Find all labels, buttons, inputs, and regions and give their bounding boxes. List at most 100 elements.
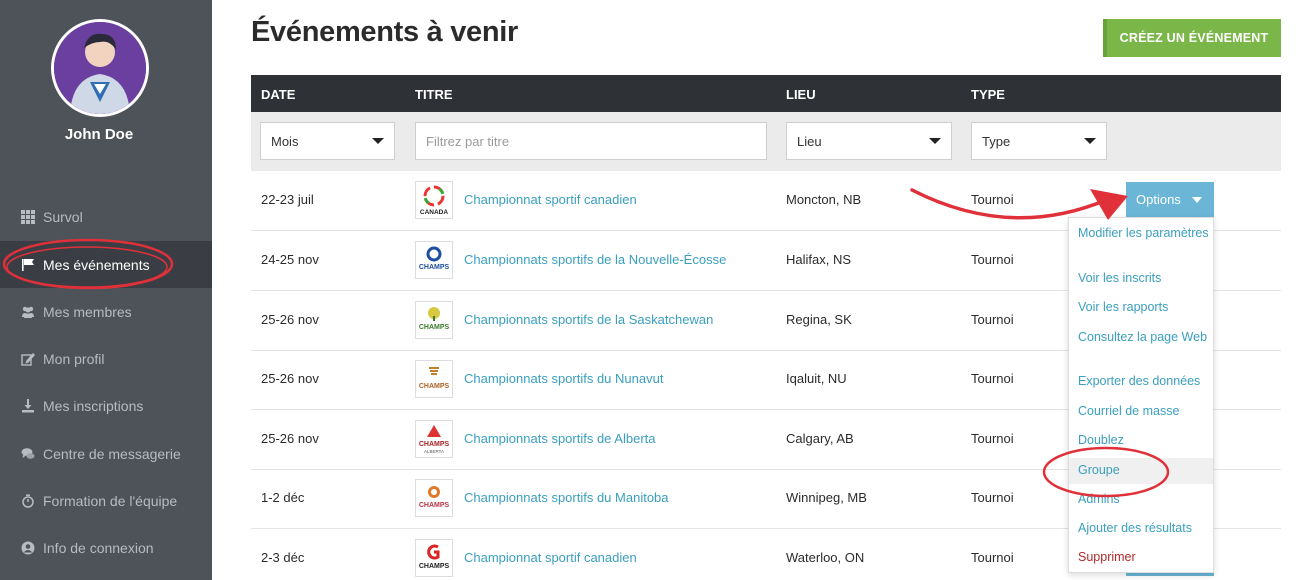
event-title-link[interactable]: Championnat sportif canadien [464,550,637,565]
menu-item-supprimer[interactable]: Supprimer [1069,550,1213,565]
menu-item-doublez[interactable]: Doublez [1069,433,1213,448]
create-event-button[interactable]: CRÉEZ UN ÉVÉNEMENT [1103,19,1281,57]
options-dropdown-menu: Modifier les paramètres Voir les inscrit… [1068,217,1214,573]
chevron-down-icon [1084,138,1096,144]
user-name: John Doe [64,126,134,143]
menu-item-groupe[interactable]: Groupe [1069,458,1213,484]
svg-text:CHAMPS: CHAMPS [419,264,450,271]
flag-icon [19,257,37,273]
nav-item-formation-equipe[interactable]: Formation de l'équipe [0,477,212,524]
grid-icon [19,209,37,225]
nav-item-survol[interactable]: Survol [0,193,212,240]
row-type: Tournoi [971,431,1014,446]
row-date: 22-23 juil [261,192,314,207]
row-type: Tournoi [971,312,1014,327]
chevron-down-icon [372,138,384,144]
location-filter-value: Lieu [797,133,822,149]
row-date: 24-25 nov [261,252,319,267]
row-type: Tournoi [971,490,1014,505]
row-date: 25-26 nov [261,312,319,327]
type-filter-value: Type [982,133,1011,149]
nav-item-centre-de-messagerie[interactable]: Centre de messagerie [0,430,212,477]
avatar[interactable] [51,19,149,117]
svg-text:ALBERTA: ALBERTA [424,449,444,454]
event-title-link[interactable]: Championnats sportifs de la Saskatchewan [464,312,713,327]
row-type: Tournoi [971,252,1014,267]
row-type: Tournoi [971,192,1014,207]
user-circle-icon [19,540,37,556]
row-type: Tournoi [971,371,1014,386]
avatar-image [54,22,146,114]
nav-label: Centre de messagerie [43,445,181,462]
row-date: 1-2 déc [261,490,305,505]
nav-label: Mes événements [43,256,150,273]
row-location: Winnipeg, MB [786,490,867,505]
event-title-link[interactable]: Championnats sportifs de la Nouvelle-Éco… [464,252,726,267]
header-date[interactable]: DATE [261,87,295,102]
event-title-link[interactable]: Championnat sportif canadien [464,192,637,207]
event-title-link[interactable]: Championnats sportifs du Nunavut [464,371,663,386]
menu-item-modifier-parametres[interactable]: Modifier les paramètres [1069,226,1213,241]
menu-item-ajouter-resultats[interactable]: Ajouter des résultats [1069,521,1213,536]
download-icon [19,398,37,414]
svg-text:CHAMPS: CHAMPS [419,502,450,509]
filter-row: Mois Filtrez par titre Lieu Type [251,112,1281,171]
header-title[interactable]: TITRE [415,87,453,102]
menu-item-consultez-page-web[interactable]: Consultez la page Web [1069,330,1213,345]
row-type: Tournoi [971,550,1014,565]
row-location: Calgary, AB [786,431,854,446]
nav-label: Mes membres [43,303,132,320]
nav-label: Mes inscriptions [43,397,144,414]
location-filter-select[interactable]: Lieu [786,122,952,160]
row-location: Moncton, NB [786,192,862,207]
row-date: 25-26 nov [261,431,319,446]
canada-logo: CANADA [415,181,453,219]
edit-icon [19,351,37,367]
nav-label: Survol [43,208,83,225]
event-title-link[interactable]: Championnats sportifs du Manitoba [464,490,669,505]
title-filter-placeholder: Filtrez par titre [426,133,510,149]
users-icon [19,304,37,320]
row-date: 2-3 déc [261,550,305,565]
nav-label: Mon profil [43,350,105,367]
champs-logo: CHAMPS [415,539,453,577]
svg-text:CHAMPS: CHAMPS [419,441,450,448]
champs-logo: CHAMPS ALBERTA [415,420,453,458]
chevron-down-icon [929,138,941,144]
svg-text:CHAMPS: CHAMPS [419,324,450,331]
champs-logo: CHAMPS [415,241,453,279]
sidebar: John Doe Survol Mes événements Mes membr… [0,0,212,580]
nav-item-mes-membres[interactable]: Mes membres [0,288,212,335]
options-label: Options [1136,192,1181,207]
nav-item-mes-evenements[interactable]: Mes événements [0,241,212,288]
row-location: Iqaluit, NU [786,371,847,386]
header-location[interactable]: LIEU [786,87,816,102]
champs-logo: CHAMPS [415,479,453,517]
nav-item-info-connexion[interactable]: Info de connexion [0,524,212,571]
stopwatch-icon [19,493,37,509]
table-header: DATE TITRE LIEU TYPE [251,75,1281,112]
row-date: 25-26 nov [261,371,319,386]
nav-label: Info de connexion [43,539,154,556]
menu-item-exporter-donnees[interactable]: Exporter des données [1069,374,1213,389]
champs-logo: CHAMPS [415,301,453,339]
event-title-link[interactable]: Championnats sportifs de Alberta [464,431,656,446]
type-filter-select[interactable]: Type [971,122,1107,160]
row-location: Regina, SK [786,312,852,327]
nav-item-mes-inscriptions[interactable]: Mes inscriptions [0,382,212,429]
month-filter-select[interactable]: Mois [260,122,395,160]
menu-item-voir-inscrits[interactable]: Voir les inscrits [1069,271,1213,286]
row-location: Waterloo, ON [786,550,865,565]
menu-item-admins[interactable]: Admins [1069,492,1213,507]
menu-item-courriel-masse[interactable]: Courriel de masse [1069,404,1213,419]
menu-item-voir-rapports[interactable]: Voir les rapports [1069,300,1213,315]
row-location: Halifax, NS [786,252,852,267]
nav-item-mon-profil[interactable]: Mon profil [0,335,212,382]
options-button[interactable]: Options [1126,182,1214,217]
nav-label: Formation de l'équipe [43,492,178,509]
title-filter-input[interactable]: Filtrez par titre [415,122,767,160]
svg-text:CHAMPS: CHAMPS [419,563,450,570]
header-type[interactable]: TYPE [971,87,1005,102]
svg-text:CANADA: CANADA [420,209,448,216]
champs-logo: CHAMPS [415,360,453,398]
